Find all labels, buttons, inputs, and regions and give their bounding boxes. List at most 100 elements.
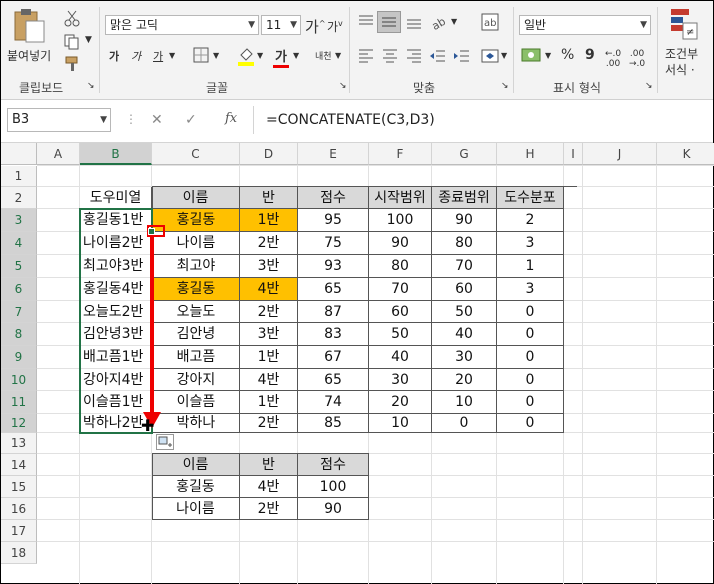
- table1-header-cell[interactable]: 점수: [298, 187, 369, 209]
- row-header-9[interactable]: 9: [1, 346, 37, 369]
- increase-decimal-button[interactable]: ←.0.00: [605, 49, 621, 69]
- fill-color-icon[interactable]: [237, 45, 255, 67]
- conditional-formatting-button[interactable]: ≠ 조건부 서식 ·: [661, 7, 711, 77]
- table1-cell[interactable]: 20: [369, 391, 432, 414]
- decrease-decimal-button[interactable]: .00 →.0: [629, 49, 645, 69]
- table1-cell[interactable]: 75: [298, 232, 369, 255]
- table1-cell[interactable]: 83: [298, 323, 369, 346]
- table1-cell[interactable]: 2반: [240, 414, 298, 433]
- currency-dropdown-icon[interactable]: ▼: [545, 51, 551, 60]
- row-header-6[interactable]: 6: [1, 278, 37, 301]
- column-header-A[interactable]: A: [37, 143, 80, 165]
- table1-cell[interactable]: 90: [432, 209, 497, 232]
- copy-icon[interactable]: [63, 33, 81, 51]
- borders-icon[interactable]: [193, 47, 209, 63]
- table1-cell[interactable]: 10: [432, 391, 497, 414]
- merge-center-icon[interactable]: [481, 47, 499, 65]
- table1-cell[interactable]: 70: [432, 255, 497, 278]
- table1-cell[interactable]: 0: [497, 391, 564, 414]
- font-color-dropdown-icon[interactable]: ▼: [293, 51, 299, 60]
- table2-header-cell[interactable]: 점수: [298, 454, 369, 476]
- table1-cell[interactable]: 65: [298, 369, 369, 391]
- table1-cell[interactable]: 3: [497, 278, 564, 301]
- table2-header-cell[interactable]: 반: [240, 454, 298, 476]
- font-size-select[interactable]: 11 ▼: [261, 15, 301, 35]
- column-header-B[interactable]: B: [80, 143, 152, 165]
- row-header-1[interactable]: 1: [1, 166, 37, 187]
- align-right-icon[interactable]: [405, 47, 423, 65]
- table1-header-cell[interactable]: 도우미열: [80, 187, 152, 209]
- formula-input[interactable]: =CONCATENATE(C3,D3): [253, 106, 709, 134]
- table1-cell[interactable]: 74: [298, 391, 369, 414]
- clipboard-launcher-icon[interactable]: ↘: [87, 81, 95, 91]
- table2-cell[interactable]: 4반: [240, 476, 298, 498]
- table1-cell[interactable]: 4반: [240, 369, 298, 391]
- italic-button[interactable]: 가: [131, 48, 141, 64]
- phonetic-button[interactable]: 내천: [315, 49, 332, 62]
- percent-button[interactable]: %: [561, 47, 574, 63]
- table1-cell[interactable]: 1반: [240, 209, 298, 232]
- orientation-dropdown-icon[interactable]: ▼: [451, 17, 457, 26]
- row-header-17[interactable]: 17: [1, 520, 37, 542]
- align-center-icon[interactable]: [381, 47, 399, 65]
- row-header-5[interactable]: 5: [1, 255, 37, 278]
- column-header-J[interactable]: J: [583, 143, 657, 165]
- comma-button[interactable]: 9: [585, 47, 595, 63]
- table1-cell[interactable]: 80: [369, 255, 432, 278]
- row-header-14[interactable]: 14: [1, 454, 37, 476]
- row-header-7[interactable]: 7: [1, 301, 37, 323]
- table1-cell[interactable]: 20: [432, 369, 497, 391]
- table2-cell[interactable]: 나이름: [152, 498, 240, 520]
- currency-icon[interactable]: [521, 45, 543, 65]
- align-middle-button[interactable]: [377, 11, 401, 33]
- table1-cell[interactable]: 50: [432, 301, 497, 323]
- table1-cell[interactable]: 0: [497, 414, 564, 433]
- align-launcher-icon[interactable]: ↘: [501, 81, 509, 91]
- enter-icon[interactable]: ✓: [185, 112, 197, 128]
- fill-handle[interactable]: [148, 228, 155, 235]
- table1-header-cell[interactable]: 시작범위: [369, 187, 432, 209]
- table1-cell[interactable]: 60: [369, 301, 432, 323]
- column-header-G[interactable]: G: [432, 143, 497, 165]
- table2-cell[interactable]: 2반: [240, 498, 298, 520]
- table1-cell[interactable]: 30: [432, 346, 497, 369]
- wrap-text-icon[interactable]: ab: [481, 13, 499, 31]
- table1-cell[interactable]: 30: [369, 369, 432, 391]
- table1-cell[interactable]: 0: [497, 369, 564, 391]
- row-header-18[interactable]: 18: [1, 542, 37, 564]
- increase-indent-icon[interactable]: [453, 47, 471, 65]
- orientation-icon[interactable]: ab: [429, 13, 449, 31]
- row-header-2[interactable]: 2: [1, 187, 37, 209]
- table1-cell[interactable]: 85: [298, 414, 369, 433]
- table2-cell[interactable]: 홍길동: [152, 476, 240, 498]
- table1-cell[interactable]: 93: [298, 255, 369, 278]
- table1-header-cell[interactable]: 도수분포: [497, 187, 564, 209]
- align-left-icon[interactable]: [357, 47, 375, 65]
- table1-cell[interactable]: 2반: [240, 232, 298, 255]
- table1-cell[interactable]: 1반: [240, 391, 298, 414]
- table2-header-cell[interactable]: 이름: [152, 454, 240, 476]
- column-header-K[interactable]: K: [657, 143, 714, 165]
- table1-cell[interactable]: 3: [497, 232, 564, 255]
- table1-cell[interactable]: 95: [298, 209, 369, 232]
- row-header-11[interactable]: 11: [1, 391, 37, 414]
- number-launcher-icon[interactable]: ↘: [645, 81, 653, 91]
- column-header-E[interactable]: E: [298, 143, 369, 165]
- table1-cell[interactable]: 박하나: [152, 414, 240, 433]
- row-header-3[interactable]: 3: [1, 209, 37, 232]
- bold-button[interactable]: 가: [109, 48, 119, 64]
- row-header-15[interactable]: 15: [1, 476, 37, 498]
- table1-cell[interactable]: 오늘도: [152, 301, 240, 323]
- grow-font-button[interactable]: 가^: [305, 16, 326, 37]
- column-header-H[interactable]: H: [497, 143, 564, 165]
- table1-cell[interactable]: 40: [369, 346, 432, 369]
- table1-cell[interactable]: 0: [432, 414, 497, 433]
- table1-cell[interactable]: 0: [497, 301, 564, 323]
- underline-button[interactable]: 가: [153, 48, 163, 64]
- font-launcher-icon[interactable]: ↘: [339, 81, 347, 91]
- name-box[interactable]: B3 ▼: [7, 108, 111, 132]
- table1-cell[interactable]: 최고야: [152, 255, 240, 278]
- table2-cell[interactable]: 90: [298, 498, 369, 520]
- borders-dropdown-icon[interactable]: ▼: [213, 51, 219, 60]
- table1-header-cell[interactable]: 이름: [152, 187, 240, 209]
